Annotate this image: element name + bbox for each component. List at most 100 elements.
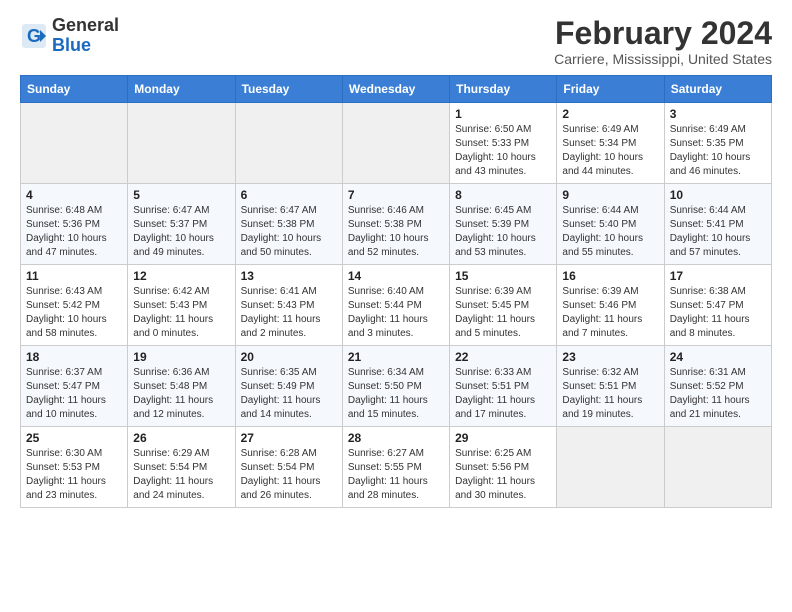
day-number: 27 xyxy=(241,431,337,445)
day-info: Sunrise: 6:28 AM Sunset: 5:54 PM Dayligh… xyxy=(241,447,337,503)
calendar-cell: 27 Sunrise: 6:28 AM Sunset: 5:54 PM Dayli… xyxy=(235,427,342,508)
day-number: 21 xyxy=(348,350,444,364)
calendar-cell xyxy=(664,427,771,508)
day-number: 20 xyxy=(241,350,337,364)
day-info: Sunrise: 6:46 AM Sunset: 5:38 PM Dayligh… xyxy=(348,204,444,260)
day-number: 4 xyxy=(26,188,122,202)
weekday-header-sunday: Sunday xyxy=(21,76,128,103)
day-info: Sunrise: 6:30 AM Sunset: 5:53 PM Dayligh… xyxy=(26,447,122,503)
day-number: 12 xyxy=(133,269,229,283)
day-number: 24 xyxy=(670,350,766,364)
calendar-cell: 25 Sunrise: 6:30 AM Sunset: 5:53 PM Dayli… xyxy=(21,427,128,508)
calendar-cell: 24 Sunrise: 6:31 AM Sunset: 5:52 PM Dayli… xyxy=(664,346,771,427)
weekday-header-saturday: Saturday xyxy=(664,76,771,103)
day-number: 18 xyxy=(26,350,122,364)
day-info: Sunrise: 6:40 AM Sunset: 5:44 PM Dayligh… xyxy=(348,285,444,341)
calendar-cell: 20Sunrise: 6:35 AM Sunset: 5:49 PM Dayli… xyxy=(235,346,342,427)
weekday-header-monday: Monday xyxy=(128,76,235,103)
calendar-table: SundayMondayTuesdayWednesdayThursdayFrid… xyxy=(20,75,772,508)
calendar-cell: 1Sunrise: 6:50 AM Sunset: 5:33 PM Daylig… xyxy=(450,103,557,184)
calendar-cell: 13 Sunrise: 6:41 AM Sunset: 5:43 PM Dayli… xyxy=(235,265,342,346)
day-info: Sunrise: 6:41 AM Sunset: 5:43 PM Dayligh… xyxy=(241,285,337,341)
calendar-cell xyxy=(21,103,128,184)
day-info: Sunrise: 6:33 AM Sunset: 5:51 PM Dayligh… xyxy=(455,366,551,422)
logo-text-line1: General xyxy=(52,16,119,36)
day-info: Sunrise: 6:43 AM Sunset: 5:42 PM Dayligh… xyxy=(26,285,122,341)
calendar-cell: 3 Sunrise: 6:49 AM Sunset: 5:35 PM Daylig… xyxy=(664,103,771,184)
day-info: Sunrise: 6:39 AM Sunset: 5:45 PM Dayligh… xyxy=(455,285,551,341)
day-number: 13 xyxy=(241,269,337,283)
day-info: Sunrise: 6:27 AM Sunset: 5:55 PM Dayligh… xyxy=(348,447,444,503)
day-number: 25 xyxy=(26,431,122,445)
calendar-cell xyxy=(235,103,342,184)
day-number: 11 xyxy=(26,269,122,283)
calendar-cell: 19 Sunrise: 6:36 AM Sunset: 5:48 PM Dayli… xyxy=(128,346,235,427)
day-number: 19 xyxy=(133,350,229,364)
week-row-4: 18 Sunrise: 6:37 AM Sunset: 5:47 PM Dayli… xyxy=(21,346,772,427)
day-number: 2 xyxy=(562,107,658,121)
calendar-cell: 16 Sunrise: 6:39 AM Sunset: 5:46 PM Dayli… xyxy=(557,265,664,346)
day-info: Sunrise: 6:32 AM Sunset: 5:51 PM Dayligh… xyxy=(562,366,658,422)
day-info: Sunrise: 6:44 AM Sunset: 5:41 PM Dayligh… xyxy=(670,204,766,260)
day-number: 16 xyxy=(562,269,658,283)
month-title: February 2024 xyxy=(554,16,772,51)
day-info: Sunrise: 6:49 AM Sunset: 5:34 PM Dayligh… xyxy=(562,123,658,179)
day-number: 17 xyxy=(670,269,766,283)
day-number: 14 xyxy=(348,269,444,283)
calendar-cell: 14 Sunrise: 6:40 AM Sunset: 5:44 PM Dayli… xyxy=(342,265,449,346)
day-number: 6 xyxy=(241,188,337,202)
week-row-2: 4 Sunrise: 6:48 AM Sunset: 5:36 PM Daylig… xyxy=(21,184,772,265)
logo-text-line2: Blue xyxy=(52,36,119,56)
day-number: 26 xyxy=(133,431,229,445)
calendar-cell: 12 Sunrise: 6:42 AM Sunset: 5:43 PM Dayli… xyxy=(128,265,235,346)
calendar-cell: 2 Sunrise: 6:49 AM Sunset: 5:34 PM Daylig… xyxy=(557,103,664,184)
day-info: Sunrise: 6:25 AM Sunset: 5:56 PM Dayligh… xyxy=(455,447,551,503)
calendar-cell: 15 Sunrise: 6:39 AM Sunset: 5:45 PM Dayli… xyxy=(450,265,557,346)
calendar-cell: 17Sunrise: 6:38 AM Sunset: 5:47 PM Dayli… xyxy=(664,265,771,346)
calendar-cell: 21 Sunrise: 6:34 AM Sunset: 5:50 PM Dayli… xyxy=(342,346,449,427)
day-info: Sunrise: 6:36 AM Sunset: 5:48 PM Dayligh… xyxy=(133,366,229,422)
weekday-header-thursday: Thursday xyxy=(450,76,557,103)
calendar-cell: 26 Sunrise: 6:29 AM Sunset: 5:54 PM Dayli… xyxy=(128,427,235,508)
title-area: February 2024 Carriere, Mississippi, Uni… xyxy=(554,16,772,67)
calendar-cell: 29Sunrise: 6:25 AM Sunset: 5:56 PM Dayli… xyxy=(450,427,557,508)
calendar-cell xyxy=(557,427,664,508)
day-info: Sunrise: 6:37 AM Sunset: 5:47 PM Dayligh… xyxy=(26,366,122,422)
location: Carriere, Mississippi, United States xyxy=(554,51,772,67)
calendar-cell: 10 Sunrise: 6:44 AM Sunset: 5:41 PM Dayli… xyxy=(664,184,771,265)
day-number: 5 xyxy=(133,188,229,202)
header: G General Blue February 2024 Carriere, M… xyxy=(20,16,772,67)
day-info: Sunrise: 6:48 AM Sunset: 5:36 PM Dayligh… xyxy=(26,204,122,260)
calendar-cell: 4 Sunrise: 6:48 AM Sunset: 5:36 PM Daylig… xyxy=(21,184,128,265)
weekday-header-tuesday: Tuesday xyxy=(235,76,342,103)
day-info: Sunrise: 6:29 AM Sunset: 5:54 PM Dayligh… xyxy=(133,447,229,503)
day-info: Sunrise: 6:31 AM Sunset: 5:52 PM Dayligh… xyxy=(670,366,766,422)
week-row-1: 1Sunrise: 6:50 AM Sunset: 5:33 PM Daylig… xyxy=(21,103,772,184)
calendar-cell: 5 Sunrise: 6:47 AM Sunset: 5:37 PM Daylig… xyxy=(128,184,235,265)
day-info: Sunrise: 6:50 AM Sunset: 5:33 PM Dayligh… xyxy=(455,123,551,179)
day-info: Sunrise: 6:45 AM Sunset: 5:39 PM Dayligh… xyxy=(455,204,551,260)
calendar-cell: 7Sunrise: 6:46 AM Sunset: 5:38 PM Daylig… xyxy=(342,184,449,265)
day-info: Sunrise: 6:44 AM Sunset: 5:40 PM Dayligh… xyxy=(562,204,658,260)
day-info: Sunrise: 6:39 AM Sunset: 5:46 PM Dayligh… xyxy=(562,285,658,341)
week-row-5: 25 Sunrise: 6:30 AM Sunset: 5:53 PM Dayli… xyxy=(21,427,772,508)
calendar-cell: 23 Sunrise: 6:32 AM Sunset: 5:51 PM Dayli… xyxy=(557,346,664,427)
day-info: Sunrise: 6:34 AM Sunset: 5:50 PM Dayligh… xyxy=(348,366,444,422)
weekday-header-wednesday: Wednesday xyxy=(342,76,449,103)
day-info: Sunrise: 6:49 AM Sunset: 5:35 PM Dayligh… xyxy=(670,123,766,179)
day-number: 15 xyxy=(455,269,551,283)
day-number: 8 xyxy=(455,188,551,202)
day-info: Sunrise: 6:42 AM Sunset: 5:43 PM Dayligh… xyxy=(133,285,229,341)
weekday-header-row: SundayMondayTuesdayWednesdayThursdayFrid… xyxy=(21,76,772,103)
day-info: Sunrise: 6:47 AM Sunset: 5:38 PM Dayligh… xyxy=(241,204,337,260)
calendar-cell: 8 Sunrise: 6:45 AM Sunset: 5:39 PM Daylig… xyxy=(450,184,557,265)
day-number: 3 xyxy=(670,107,766,121)
day-number: 10 xyxy=(670,188,766,202)
day-info: Sunrise: 6:47 AM Sunset: 5:37 PM Dayligh… xyxy=(133,204,229,260)
calendar-cell: 11 Sunrise: 6:43 AM Sunset: 5:42 PM Dayli… xyxy=(21,265,128,346)
calendar-cell: 6 Sunrise: 6:47 AM Sunset: 5:38 PM Daylig… xyxy=(235,184,342,265)
calendar-cell: 18 Sunrise: 6:37 AM Sunset: 5:47 PM Dayli… xyxy=(21,346,128,427)
day-number: 23 xyxy=(562,350,658,364)
calendar-cell: 9Sunrise: 6:44 AM Sunset: 5:40 PM Daylig… xyxy=(557,184,664,265)
svg-text:G: G xyxy=(27,26,41,46)
